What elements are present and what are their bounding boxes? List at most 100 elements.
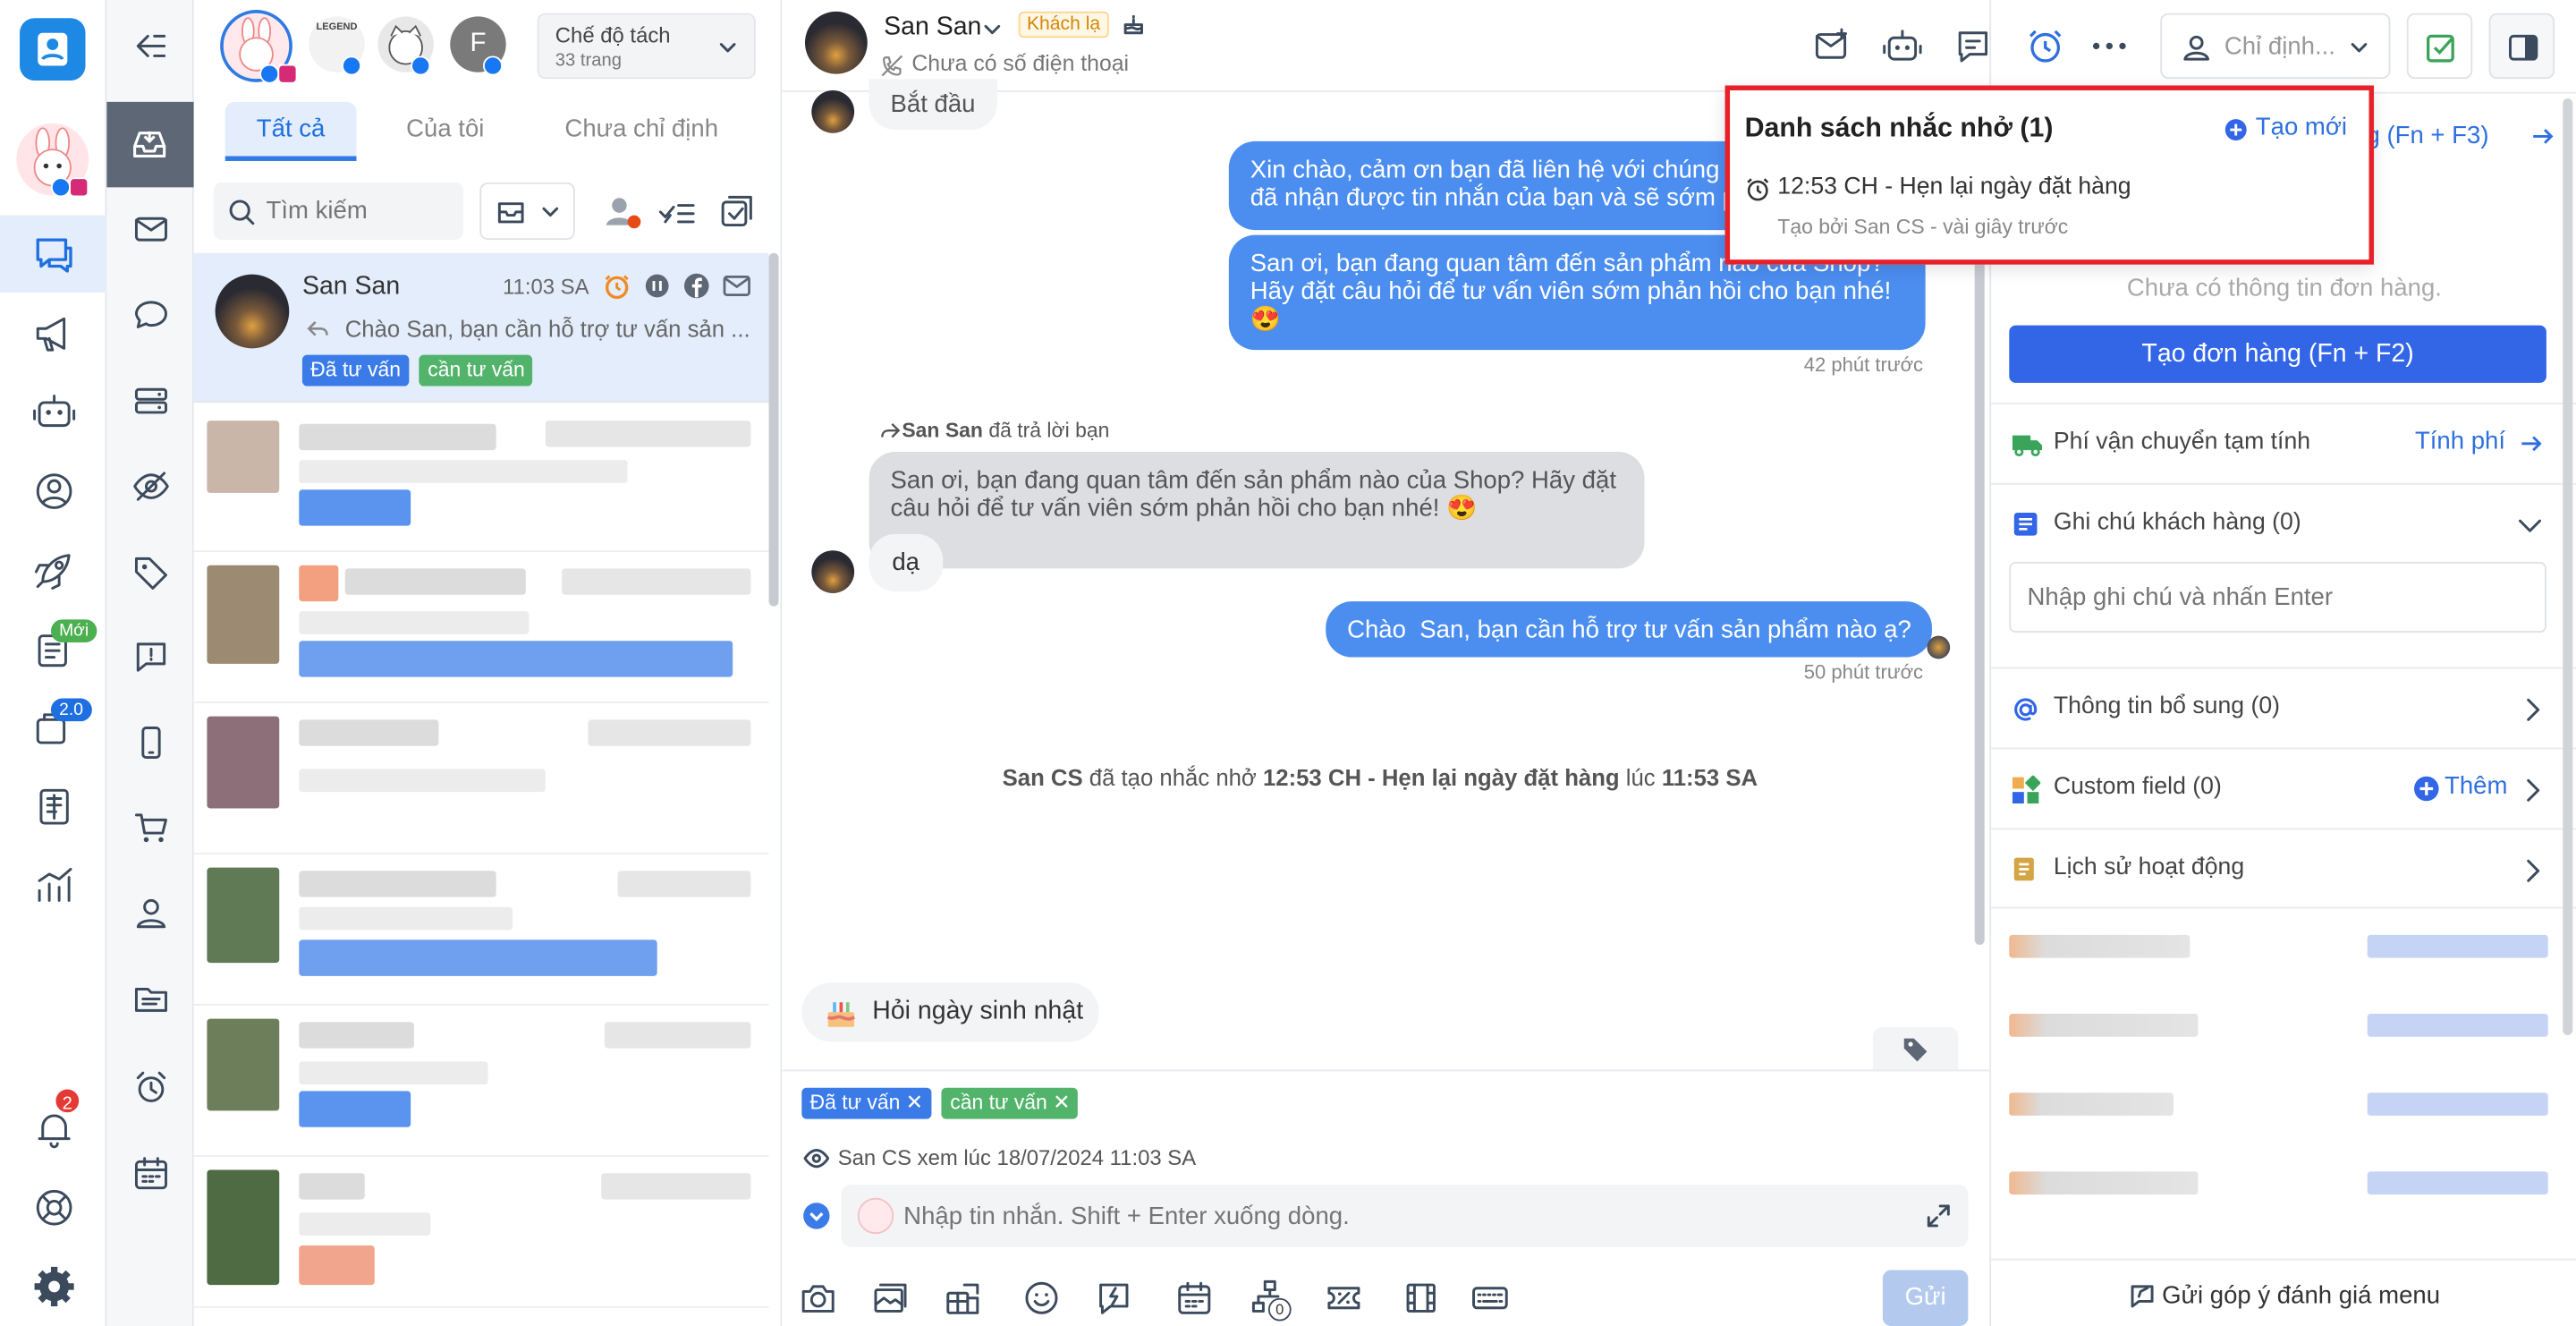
search-box[interactable] <box>213 182 463 241</box>
notes-section: Ghi chú khách hàng (0) <box>1991 482 2576 648</box>
reminder-meta: Tạo bởi San CS - vài giây trước <box>1777 215 2069 239</box>
assign-select[interactable]: Chỉ định... <box>2160 13 2391 80</box>
support-lifebuoy-icon[interactable] <box>30 1183 79 1232</box>
remove-tag-icon[interactable]: ✕ <box>906 1091 923 1114</box>
chevron-down-icon[interactable] <box>2515 511 2545 540</box>
inbox-tray-icon <box>133 131 166 158</box>
feedback-footer[interactable]: Gửi góp ý đánh giá menu <box>1991 1258 2576 1326</box>
note-input[interactable] <box>2009 562 2546 633</box>
image-gallery-icon[interactable] <box>870 1279 910 1318</box>
conversation-item-blurred-4[interactable] <box>193 858 769 1006</box>
search-input[interactable] <box>266 191 455 229</box>
chevron-down-icon[interactable] <box>982 20 1002 39</box>
conversation-item-blurred-2[interactable] <box>193 556 769 703</box>
filter-inbox-select[interactable] <box>479 182 575 241</box>
search-icon <box>229 200 255 225</box>
expand-icon[interactable] <box>1926 1203 1952 1228</box>
chatbot-icon[interactable] <box>1881 25 1924 68</box>
mail-icon[interactable] <box>131 208 171 248</box>
quick-reply-icon[interactable] <box>1094 1279 1133 1318</box>
message-input-box[interactable] <box>841 1185 1969 1247</box>
page-mode-select[interactable]: Chế độ tách 33 trang <box>537 13 756 80</box>
video-film-icon[interactable] <box>1402 1279 1441 1318</box>
mobile-icon[interactable] <box>131 723 171 762</box>
tab-mine[interactable]: Của tôi <box>379 102 511 161</box>
contact-name[interactable]: San San <box>884 13 981 43</box>
chat-bubbles-icon[interactable] <box>30 230 79 279</box>
select-all-icon[interactable] <box>716 192 756 232</box>
folder-icon[interactable] <box>131 979 171 1018</box>
activity-history-section[interactable]: Lịch sử hoạt động <box>1991 828 2576 909</box>
product-gift-icon[interactable] <box>943 1279 982 1318</box>
settings-gear-icon[interactable] <box>30 1262 79 1311</box>
tag-icon[interactable] <box>131 552 171 591</box>
custom-field-section[interactable]: Custom field (0) Thêm <box>1991 747 2576 829</box>
user-circle-icon[interactable] <box>30 467 79 516</box>
alarm-reminder-icon[interactable] <box>2024 25 2067 68</box>
arrow-right-icon[interactable] <box>2519 430 2545 456</box>
extra-info-section[interactable]: Thông tin bổ sung (0) <box>1991 667 2576 748</box>
blurred-avatar <box>207 716 280 809</box>
contact-avatar[interactable] <box>804 11 868 74</box>
conversation-item-blurred-3[interactable] <box>193 707 769 854</box>
plus-circle-icon[interactable] <box>2224 118 2248 141</box>
chat-tag-da-tu-van[interactable]: Đã tư vấn ✕ <box>801 1087 932 1119</box>
message-time-2: 50 phút trước <box>1803 660 1924 684</box>
tab-unassigned[interactable]: Chưa chỉ định <box>547 102 736 161</box>
chat-tag-can-tu-van[interactable]: cần tư vấn ✕ <box>942 1087 1079 1119</box>
feedback-alert-icon[interactable] <box>131 638 171 677</box>
create-reminder-link[interactable]: Tạo mới <box>2256 114 2347 141</box>
list-scrollbar[interactable] <box>768 252 779 607</box>
note-message-icon[interactable] <box>1953 26 1993 65</box>
alarm-clock-icon[interactable] <box>131 1068 171 1108</box>
contact-person-icon[interactable] <box>131 894 171 933</box>
comment-icon[interactable] <box>131 296 171 336</box>
send-email-icon[interactable] <box>1812 26 1852 65</box>
server-icon[interactable] <box>131 381 171 421</box>
app-logo[interactable] <box>20 18 86 81</box>
robot-icon[interactable] <box>30 387 79 437</box>
calendar-icon[interactable] <box>131 1153 171 1193</box>
arrow-right-icon[interactable] <box>2530 123 2556 149</box>
emoji-icon[interactable] <box>1021 1279 1061 1318</box>
assigned-user-filter-icon[interactable] <box>601 191 644 234</box>
customer-type-badge: Khách lạ <box>1018 11 1109 38</box>
dropdown-circle-icon[interactable] <box>801 1201 831 1230</box>
tag-button[interactable] <box>1872 1026 1959 1070</box>
add-custom-field[interactable]: Thêm <box>2445 772 2507 800</box>
new-badge: Mới <box>50 619 97 643</box>
conversation-item-blurred-6[interactable] <box>193 1160 769 1308</box>
plus-circle-icon[interactable] <box>2413 776 2439 802</box>
create-order-button[interactable]: Tạo đơn hàng (Fn + F2) <box>2009 325 2546 383</box>
keyboard-icon[interactable] <box>1470 1279 1510 1318</box>
collapse-arrow-icon[interactable] <box>131 26 171 65</box>
conversation-item-blurred-5[interactable] <box>193 1009 769 1157</box>
camera-icon[interactable] <box>799 1279 838 1318</box>
discount-icon[interactable] <box>1324 1279 1363 1318</box>
invoice-icon[interactable] <box>30 782 79 831</box>
schedule-calendar-icon[interactable] <box>1174 1279 1214 1318</box>
message-input[interactable] <box>903 1197 1890 1235</box>
conversation-item-blurred-1[interactable] <box>193 404 769 553</box>
blurred-name <box>299 1173 365 1200</box>
conversation-item-active[interactable]: San San 11:03 SA Chào San, bạn cần hỗ tr… <box>193 252 769 403</box>
inbox-nav-active[interactable] <box>106 101 194 188</box>
chart-icon[interactable] <box>30 861 79 910</box>
megaphone-icon[interactable] <box>30 309 79 358</box>
send-button[interactable]: Gửi <box>1882 1270 1969 1326</box>
message-start: Bắt đầu <box>869 79 997 131</box>
calc-fee-link[interactable]: Tính phí <box>2415 427 2505 455</box>
cart-icon[interactable] <box>131 809 171 848</box>
rocket-icon[interactable] <box>30 546 79 595</box>
remove-tag-icon[interactable]: ✕ <box>1053 1091 1070 1114</box>
tag-da-tu-van: Đã tư vấn <box>301 354 410 387</box>
tab-all[interactable]: Tất cả <box>225 101 357 161</box>
right-scrollbar[interactable] <box>2563 98 2573 1035</box>
checklist-icon[interactable] <box>657 192 697 232</box>
toggle-panel-button[interactable] <box>2488 13 2555 80</box>
more-dots-icon[interactable] <box>2089 33 2129 59</box>
birthday-suggestion-chip[interactable]: Hỏi ngày sinh nhật <box>801 982 1099 1042</box>
eye-off-icon[interactable] <box>131 467 171 506</box>
mark-done-button[interactable] <box>2406 13 2473 80</box>
reminder-item[interactable]: 12:53 CH - Hẹn lại ngày đặt hàng <box>1777 174 2131 200</box>
